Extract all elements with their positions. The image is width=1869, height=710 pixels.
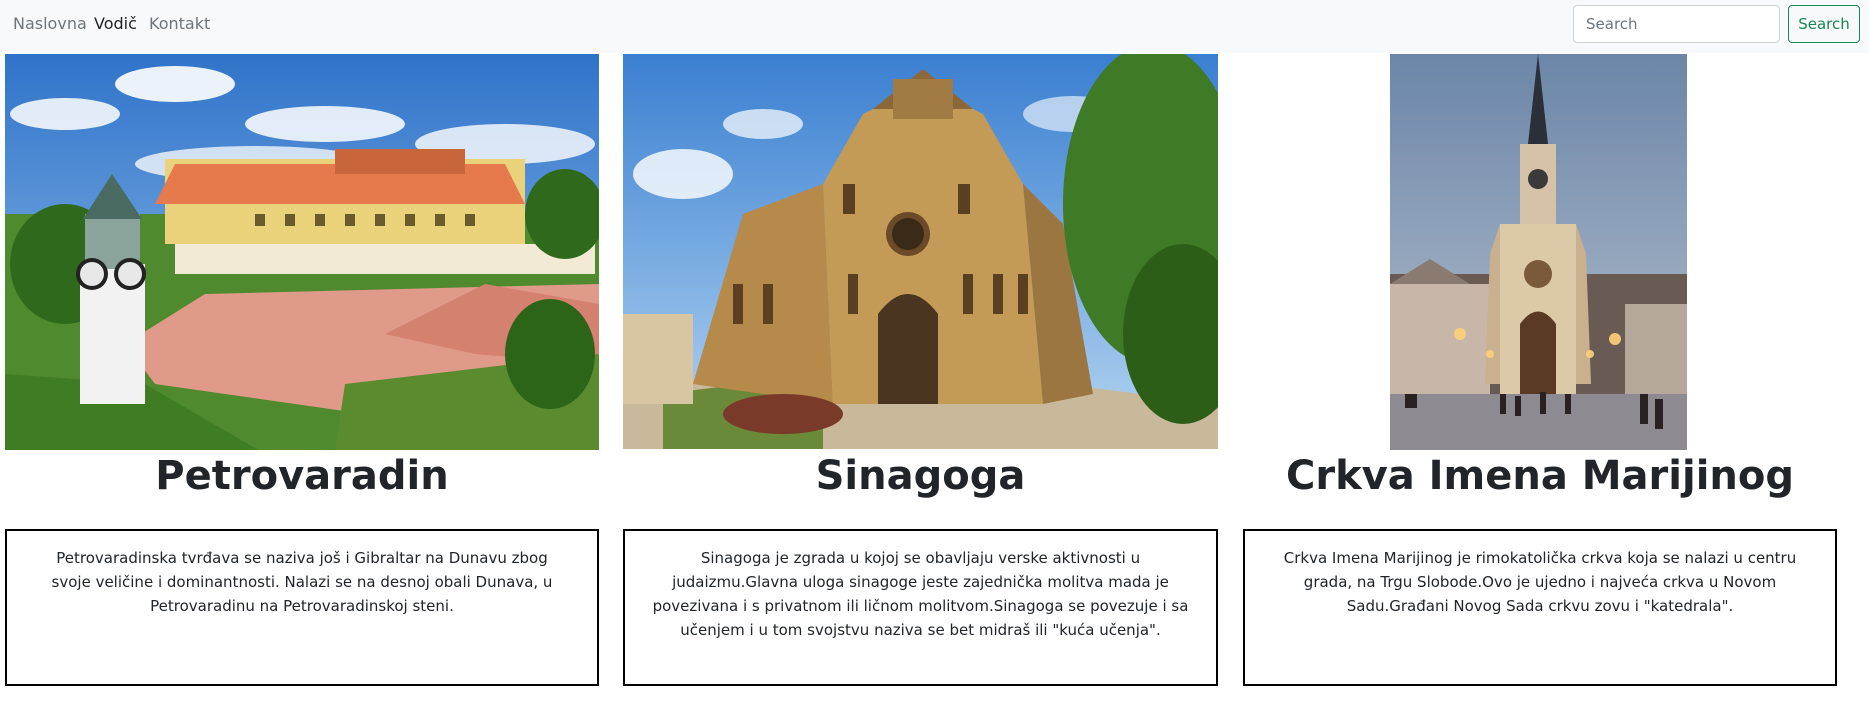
search-button[interactable]: Search [1788,5,1860,43]
nav-link-naslovna[interactable]: Naslovna [13,14,87,33]
nav-link-vodic[interactable]: Vodič [94,14,137,33]
search-input[interactable] [1573,5,1780,43]
nav-link-kontakt[interactable]: Kontakt [149,14,210,33]
card-description-sinagoga: Sinagoga je zgrada u kojoj se obavljaju … [623,529,1218,686]
crkva-photo [1390,54,1687,450]
card-title-sinagoga: Sinagoga [815,453,1026,499]
navbar: Naslovna Vodič Kontakt Search [0,0,1869,53]
sinagoga-photo [623,54,1218,449]
card-description-crkva: Crkva Imena Marijinog je rimokatolička c… [1243,529,1837,686]
card-title-petrovaradin: Petrovaradin [155,453,449,499]
petrovaradin-photo [5,54,599,450]
card-description-petrovaradin: Petrovaradinska tvrđava se naziva još i … [5,529,599,686]
card-title-crkva: Crkva Imena Marijinog [1285,453,1794,499]
